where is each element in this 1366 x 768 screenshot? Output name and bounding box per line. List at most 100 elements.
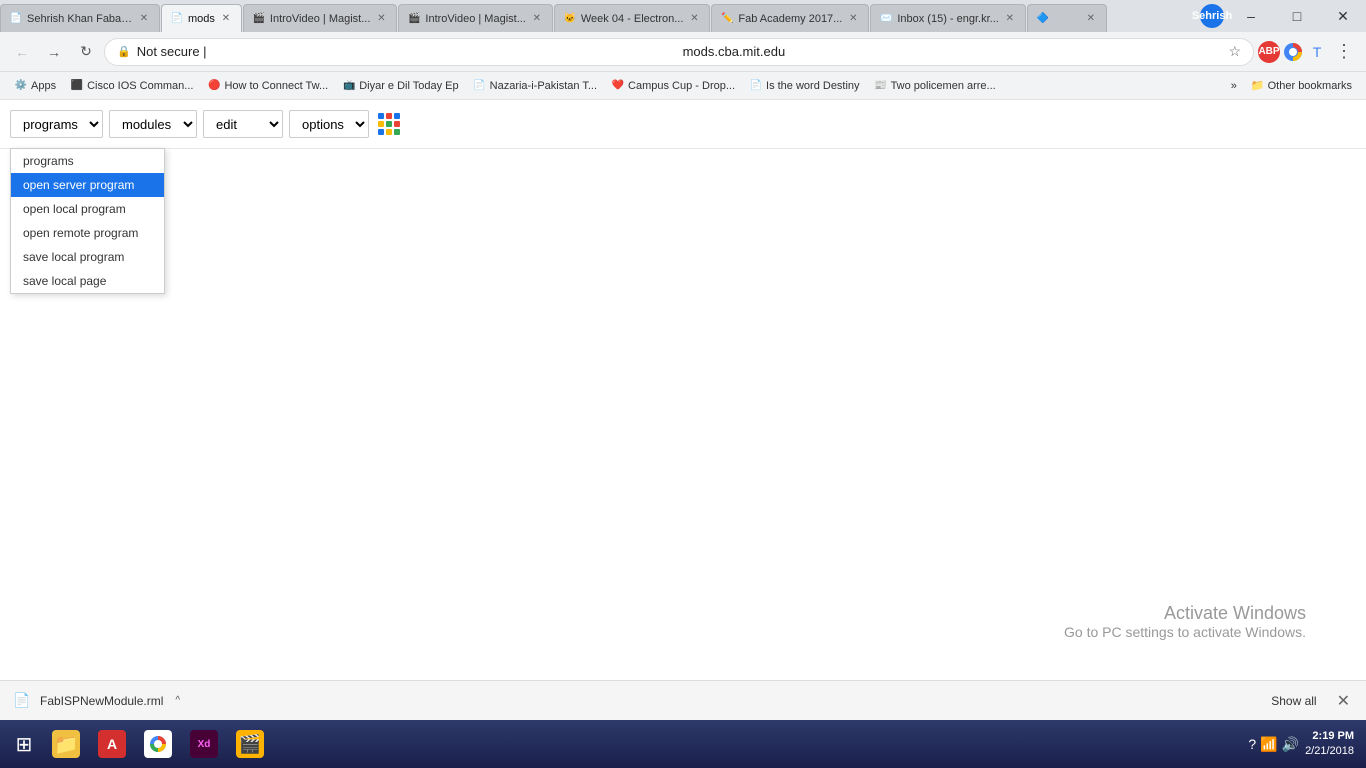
other-bookmarks-label: Other bookmarks: [1268, 80, 1352, 92]
folder-icon: 📁: [1251, 79, 1265, 92]
reload-button[interactable]: ↻: [72, 38, 100, 66]
show-all-downloads-button[interactable]: Show all: [1263, 690, 1324, 712]
bookmark-item-3[interactable]: 📺Diyar e Dil Today Ep: [336, 77, 464, 95]
taskbar-app-chrome[interactable]: [136, 722, 180, 766]
taskbar-app-adobe-xd[interactable]: Xd: [182, 722, 226, 766]
tab-close-button[interactable]: ✕: [687, 12, 701, 26]
bookmark-star-icon[interactable]: ☆: [1228, 43, 1241, 60]
navigation-bar: ← → ↻ 🔒 Not secure | mods.cba.mit.edu ☆ …: [0, 32, 1366, 72]
bookmark-label: Campus Cup - Drop...: [628, 80, 735, 92]
bookmark-label: Cisco IOS Comman...: [87, 80, 193, 92]
bookmark-item-6[interactable]: 📄Is the word Destiny: [743, 77, 866, 95]
tabs-container: 📄Sehrish Khan Fabac...✕📄mods✕🎬IntroVideo…: [0, 0, 1196, 32]
tab-tab3[interactable]: 🎬IntroVideo | Magist...✕: [243, 4, 397, 32]
toolbar: programs modules edit options: [0, 100, 1366, 149]
tab-label: Sehrish Khan Fabac...: [27, 13, 133, 25]
tab-tab5[interactable]: 🐱Week 04 - Electron...✕: [554, 4, 711, 32]
programs-select[interactable]: programs: [10, 110, 103, 138]
watermark-line2: Go to PC settings to activate Windows.: [1064, 624, 1306, 640]
options-select[interactable]: options: [289, 110, 369, 138]
bookmark-favicon: ❤️: [611, 79, 625, 93]
grid-view-button[interactable]: [375, 110, 403, 138]
tab-favicon: 📄: [170, 12, 184, 26]
dropdown-item-open-server-program[interactable]: open server program: [11, 173, 164, 197]
tab-label: mods: [188, 13, 215, 25]
bookmark-item-0[interactable]: ⚙️Apps: [8, 77, 62, 95]
adobe-xd-icon: Xd: [190, 730, 218, 758]
user-avatar[interactable]: Sehrish: [1200, 4, 1224, 28]
address-bar[interactable]: 🔒 Not secure | mods.cba.mit.edu ☆: [104, 38, 1254, 66]
download-close-button[interactable]: ✕: [1333, 689, 1354, 713]
taskbar-right: ? 📶 🔊 2:19 PM 2/21/2018: [1240, 729, 1362, 760]
tab-close-button[interactable]: ✕: [846, 12, 860, 26]
maximize-button[interactable]: □: [1274, 0, 1320, 32]
start-button[interactable]: ⊞: [4, 724, 44, 764]
help-icon[interactable]: ?: [1248, 736, 1256, 752]
time-display: 2:19 PM: [1305, 729, 1354, 744]
bookmark-other-button[interactable]: 📁 Other bookmarks: [1245, 77, 1358, 94]
bookmark-item-2[interactable]: 🔴How to Connect Tw...: [201, 77, 334, 95]
tab-favicon: ✏️: [720, 12, 734, 26]
taskbar-app-acrobat[interactable]: A: [90, 722, 134, 766]
google-extension-icon[interactable]: [1282, 41, 1304, 63]
network-icon[interactable]: 📶: [1260, 736, 1277, 753]
tab-favicon: ✉️: [879, 12, 893, 26]
grid-dot-6: [378, 129, 384, 135]
modules-select[interactable]: modules: [109, 110, 197, 138]
tab-close-button[interactable]: ✕: [1003, 12, 1017, 26]
bookmark-label: Diyar e Dil Today Ep: [359, 80, 458, 92]
dropdown-item-save-local-program[interactable]: save local program: [11, 245, 164, 269]
taskbar-clock[interactable]: 2:19 PM 2/21/2018: [1305, 729, 1354, 760]
tab-strip: 📄Sehrish Khan Fabac...✕📄mods✕🎬IntroVideo…: [0, 0, 1196, 32]
tab-favicon: 🐱: [563, 12, 577, 26]
more-menu-button[interactable]: ⋮: [1330, 38, 1358, 66]
volume-icon[interactable]: 🔊: [1282, 736, 1299, 753]
tab-close-button[interactable]: ✕: [530, 12, 544, 26]
bookmark-label: Two policemen arre...: [891, 80, 996, 92]
taskbar-app-claquette[interactable]: 🎬: [228, 722, 272, 766]
download-bar: 📄 FabISPNewModule.rml ^ Show all ✕: [0, 680, 1366, 720]
close-button[interactable]: ✕: [1320, 0, 1366, 32]
tab-tab6[interactable]: ✏️ Fab Academy 2017... ✕: [711, 4, 869, 32]
grid-dot-3: [378, 121, 384, 127]
tab-close-button[interactable]: ✕: [1084, 12, 1098, 26]
date-display: 2/21/2018: [1305, 744, 1354, 759]
forward-button[interactable]: →: [40, 38, 68, 66]
dropdown-item-open-remote-program[interactable]: open remote program: [11, 221, 164, 245]
claquette-icon: 🎬: [236, 730, 264, 758]
tab-close-button[interactable]: ✕: [219, 12, 233, 26]
bookmark-item-1[interactable]: ⬛Cisco IOS Comman...: [64, 77, 199, 95]
grid-dot-8: [394, 129, 400, 135]
tab-tab4[interactable]: 🎬IntroVideo | Magist...✕: [398, 4, 552, 32]
tab-tab8[interactable]: 🔷✕: [1027, 4, 1107, 32]
tab-tab7[interactable]: ✉️Inbox (15) - engr.kr...✕: [870, 4, 1026, 32]
taskbar-app-file-explorer[interactable]: 📁: [44, 722, 88, 766]
edit-select[interactable]: edit: [203, 110, 283, 138]
bookmark-item-7[interactable]: 📰Two policemen arre...: [868, 77, 1002, 95]
dropdown-item-programs[interactable]: programs: [11, 149, 164, 173]
tab-favicon: 🔷: [1036, 12, 1050, 26]
tab-label: Fab Academy 2017...: [738, 13, 842, 25]
tab-label: IntroVideo | Magist...: [425, 13, 525, 25]
tab-tab1[interactable]: 📄Sehrish Khan Fabac...✕: [0, 4, 160, 32]
bookmark-item-5[interactable]: ❤️Campus Cup - Drop...: [605, 77, 741, 95]
grid-dot-7: [386, 129, 392, 135]
translate-icon[interactable]: T: [1306, 41, 1328, 63]
minimize-button[interactable]: –: [1228, 0, 1274, 32]
dropdown-item-save-local-page[interactable]: save local page: [11, 269, 164, 293]
bookmark-label: Nazaria-i-Pakistan T...: [490, 80, 597, 92]
abp-extension-icon[interactable]: ABP: [1258, 41, 1280, 63]
bookmark-item-4[interactable]: 📄Nazaria-i-Pakistan T...: [467, 77, 603, 95]
bookmarks-more-button[interactable]: »: [1225, 78, 1243, 94]
tab-close-button[interactable]: ✕: [374, 12, 388, 26]
url-text: mods.cba.mit.edu: [683, 44, 1223, 59]
tab-tab2[interactable]: 📄 mods ✕: [161, 4, 242, 32]
bookmark-favicon: 📄: [473, 79, 487, 93]
tab-close-button[interactable]: ✕: [137, 12, 151, 26]
back-button[interactable]: ←: [8, 38, 36, 66]
download-chevron-icon[interactable]: ^: [175, 695, 180, 706]
dropdown-item-open-local-program[interactable]: open local program: [11, 197, 164, 221]
bookmark-favicon: 📄: [749, 79, 763, 93]
security-lock-icon: 🔒: [117, 45, 131, 58]
bookmarks-bar: ⚙️Apps⬛Cisco IOS Comman...🔴How to Connec…: [0, 72, 1366, 100]
